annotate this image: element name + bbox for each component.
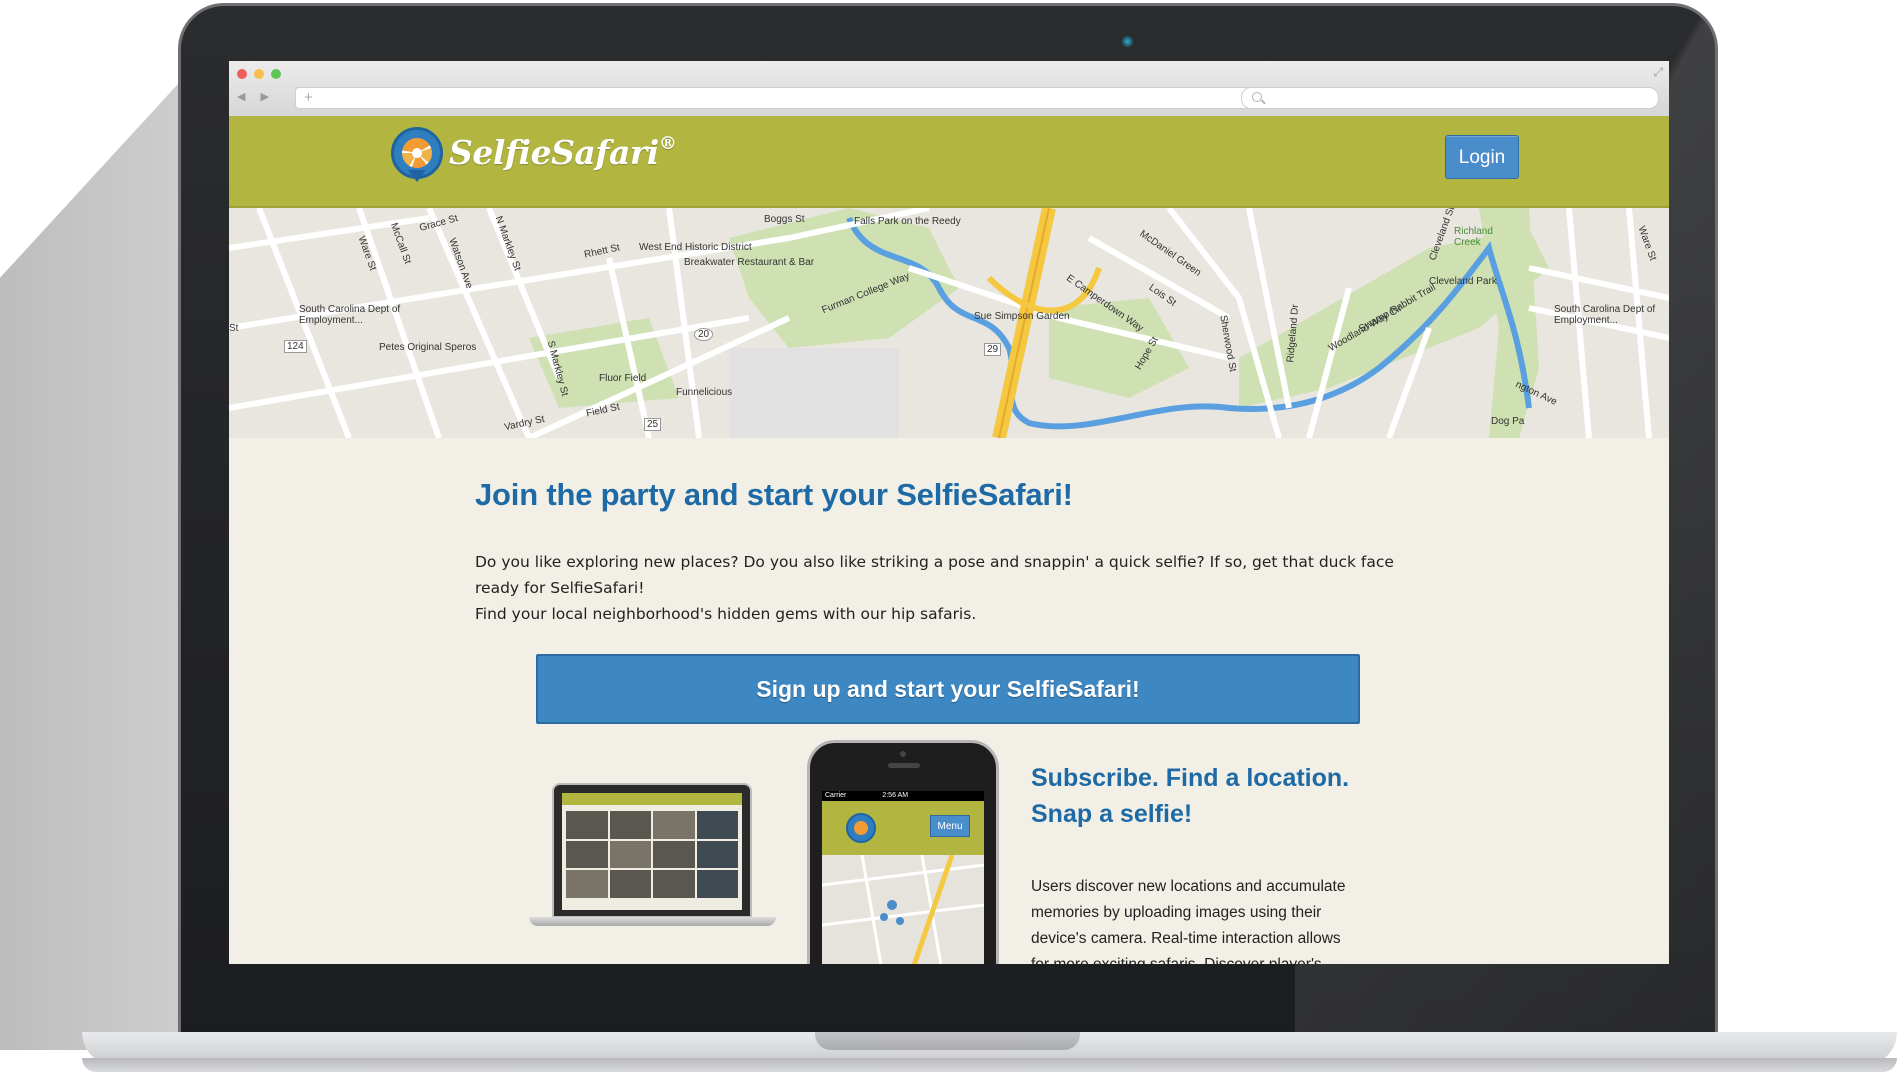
feature-heading-line: Snap a selfie!	[1031, 800, 1193, 828]
phone-app-header: Menu	[822, 801, 984, 855]
laptop-base-lip	[82, 1058, 1897, 1072]
photo-grid	[566, 811, 738, 898]
feature-description: Users discover new locations and accumul…	[1031, 878, 1346, 964]
map-label: Funnelicious	[676, 387, 733, 398]
feature-heading: Subscribe. Find a location. Snap a selfi…	[1031, 760, 1391, 832]
login-button[interactable]: Login	[1445, 135, 1519, 179]
aperture-icon	[402, 138, 432, 168]
phone-map-graphic	[822, 854, 984, 964]
camera-pin-logo-icon[interactable]	[391, 127, 443, 182]
main-content: Join the party and start your SelfieSafa…	[229, 438, 1669, 964]
map-label: Sue Simpson Garden	[974, 311, 1070, 322]
map-label: West End Historic District	[639, 242, 752, 253]
laptop-illustration-header	[562, 793, 742, 805]
webcam-icon	[1122, 36, 1133, 47]
maximize-window-icon[interactable]	[271, 69, 281, 79]
phone-speaker	[888, 763, 920, 768]
map-label: Fluor Field	[599, 373, 647, 384]
laptop-screen: ◀ ▶ + ⤢ SelfieSafari® Login Boggs St Fal…	[229, 61, 1669, 964]
browser-search-input[interactable]	[1241, 87, 1659, 109]
phone-screen: Carrier 2:56 AM Menu	[822, 791, 984, 964]
map-label: Petes Original Speros	[379, 342, 477, 353]
map-label: Falls Park on the Reedy	[854, 216, 961, 227]
close-window-icon[interactable]	[237, 69, 247, 79]
map-label: South Carolina Dept of Employment...	[299, 304, 401, 326]
phone-camera-icon	[900, 751, 906, 757]
phone-illustration: Carrier 2:56 AM Menu	[807, 740, 999, 964]
intro-paragraph: Do you like exploring new places? Do you…	[475, 549, 1435, 627]
device-shadow	[0, 60, 200, 1050]
phone-menu-button: Menu	[930, 815, 970, 837]
map-label: St	[229, 323, 239, 334]
phone-time: 2:56 AM	[882, 792, 909, 799]
laptop-hinge-notch	[815, 1032, 1080, 1050]
address-bar[interactable]: +	[295, 87, 1252, 109]
phone-carrier: Carrier	[825, 792, 847, 799]
new-tab-icon[interactable]: +	[304, 89, 313, 107]
phone-status-bar: Carrier 2:56 AM	[822, 791, 984, 801]
page-headline: Join the party and start your SelfieSafa…	[475, 477, 1073, 512]
map-banner[interactable]: Boggs St Falls Park on the Reedy Grace S…	[229, 208, 1669, 438]
laptop-illustration	[552, 783, 752, 918]
map-label: Richland Creek	[1454, 226, 1493, 248]
site-header: SelfieSafari® Login	[229, 116, 1669, 208]
map-label: Boggs St	[764, 214, 805, 225]
map-label: Breakwater Restaurant & Bar	[684, 257, 815, 268]
browser-toolbar: ◀ ▶ + ⤢	[229, 61, 1669, 117]
laptop-illustration-base	[529, 917, 776, 926]
map-label: Cleveland Park	[1429, 276, 1497, 287]
search-icon	[1252, 92, 1262, 102]
intro-line: Do you like exploring new places? Do you…	[475, 553, 1394, 597]
site-logo[interactable]: SelfieSafari®	[449, 133, 677, 172]
map-label: Dog Pa	[1491, 416, 1525, 427]
map-route-badge: 25	[644, 418, 662, 431]
map-route-badge: 29	[984, 343, 1002, 356]
back-forward-icon[interactable]: ◀ ▶	[237, 89, 275, 106]
phone-logo-icon	[846, 813, 876, 843]
signup-button[interactable]: Sign up and start your SelfieSafari!	[536, 654, 1360, 724]
fullscreen-icon[interactable]: ⤢	[1653, 65, 1663, 80]
map-route-badge: 124	[284, 340, 307, 353]
minimize-window-icon[interactable]	[254, 69, 264, 79]
map-route-badge: 20	[694, 328, 714, 341]
logo-wordmark: SelfieSafari	[449, 133, 659, 172]
phone-map	[822, 854, 984, 964]
map-label: South Carolina Dept of Employment...	[1554, 304, 1656, 326]
map-graphic	[229, 208, 1669, 438]
registered-mark: ®	[658, 133, 677, 154]
intro-line: Find your local neighborhood's hidden ge…	[475, 605, 977, 623]
feature-heading-line: Subscribe. Find a location.	[1031, 764, 1350, 792]
laptop-illustration-screen	[562, 793, 742, 910]
